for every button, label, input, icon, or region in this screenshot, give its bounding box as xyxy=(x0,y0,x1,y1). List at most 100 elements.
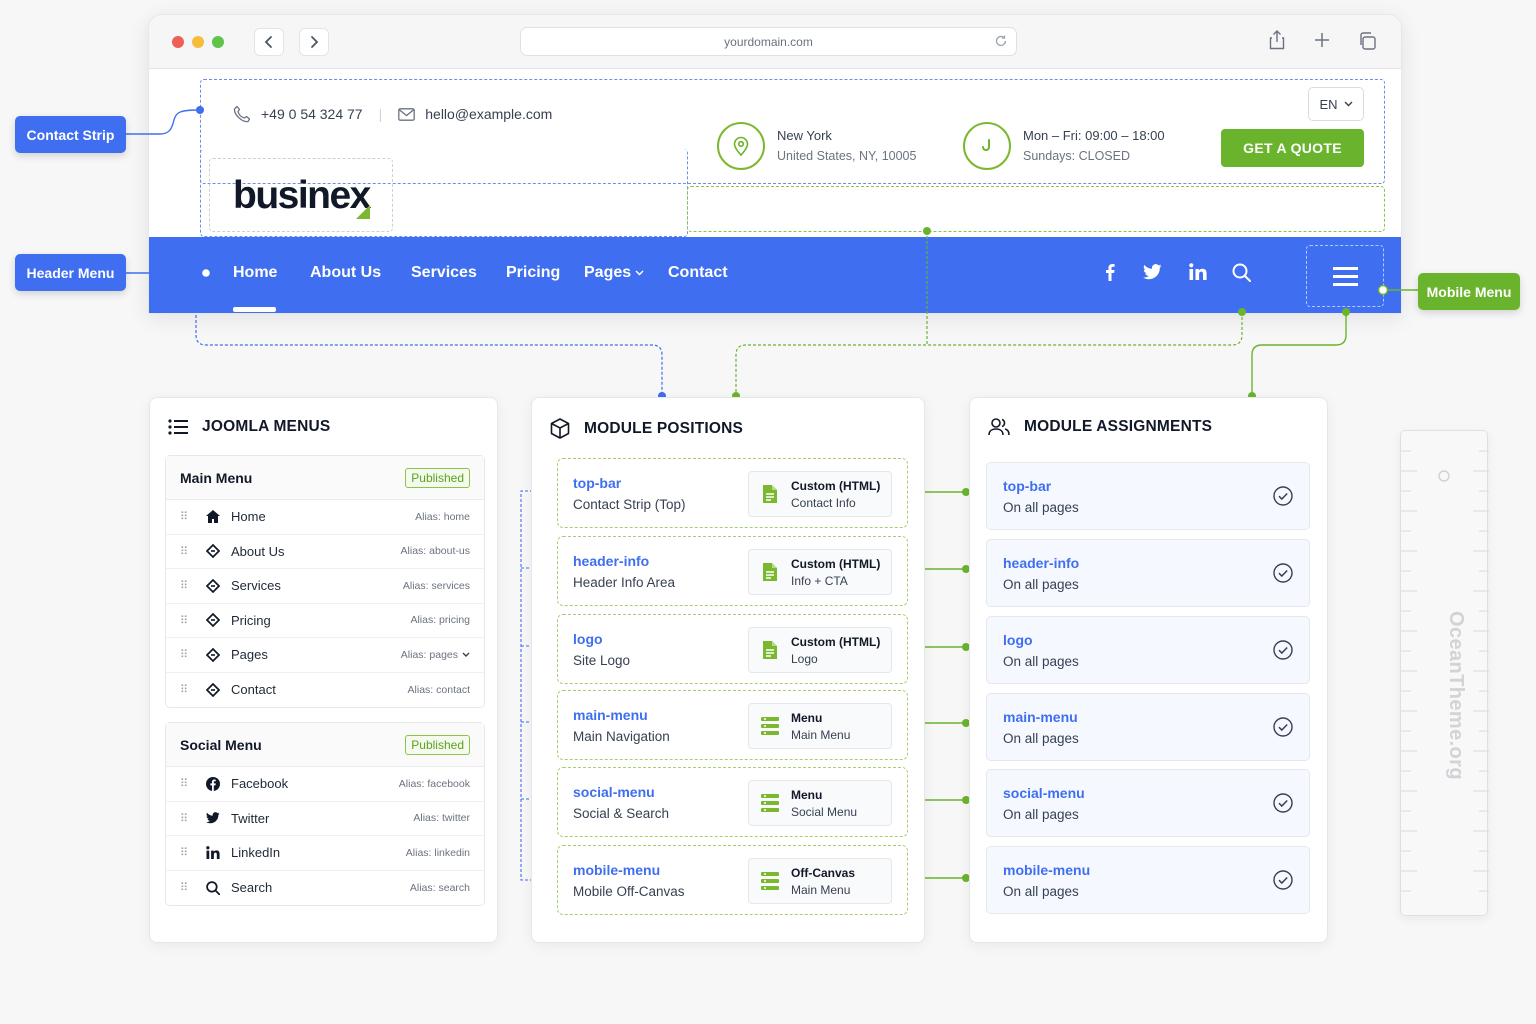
menu-list-icon xyxy=(749,717,791,735)
drag-handle-icon[interactable]: ⠿ xyxy=(180,777,189,790)
status-badge: Published xyxy=(405,734,470,755)
chevron-down-icon[interactable] xyxy=(462,652,470,658)
mobile-menu-label: Mobile Menu xyxy=(1418,273,1520,310)
position-name: logo xyxy=(573,631,603,647)
header-menu-label: Header Menu xyxy=(15,254,126,291)
menu-item-label: Contact xyxy=(231,682,276,698)
menu-item-facebook[interactable]: ⠿ Facebook Alias: facebook xyxy=(166,767,484,802)
menu-item-contact[interactable]: ⠿ Contact Alias: contact xyxy=(166,673,484,708)
position-description: Social & Search xyxy=(573,806,670,821)
module-chip[interactable]: Menu Social Menu xyxy=(748,780,892,826)
drag-handle-icon[interactable]: ⠿ xyxy=(180,545,189,558)
menu-item-home[interactable]: ⠿ Home Alias: home xyxy=(166,500,484,535)
module-name: Main Menu xyxy=(791,882,851,897)
assignment-scope: On all pages xyxy=(1003,807,1079,822)
drag-handle-icon[interactable]: ⠿ xyxy=(180,683,189,696)
drag-handle-icon[interactable]: ⠿ xyxy=(180,846,189,859)
menu-item-pricing[interactable]: ⠿ Pricing Alias: pricing xyxy=(166,604,484,638)
menu-item-pages[interactable]: ⠿ Pages Alias: pages xyxy=(166,638,484,673)
assignment-name: main-menu xyxy=(1003,709,1078,725)
menu-item-alias: Alias: facebook xyxy=(398,777,470,790)
module-type: Menu xyxy=(791,710,823,725)
menu-item-about-us[interactable]: ⠿ About Us Alias: about-us xyxy=(166,535,484,569)
position-card-header-info[interactable]: header-info Header Info Area Custom (HTM… xyxy=(557,536,908,606)
menu-item-services[interactable]: ⠿ Services Alias: services xyxy=(166,569,484,604)
cube-icon xyxy=(550,418,570,439)
module-chip[interactable]: Off-Canvas Main Menu xyxy=(748,858,892,904)
position-description: Header Info Area xyxy=(573,575,676,590)
menu-item-alias: Alias: home xyxy=(415,510,470,523)
position-card-main-menu[interactable]: main-menu Main Navigation Menu Main Menu xyxy=(557,690,908,760)
module-type: Menu xyxy=(791,787,823,802)
social-menu-header[interactable]: Social Menu Published xyxy=(166,723,484,767)
module-type: Custom (HTML) xyxy=(791,478,881,493)
module-name: Info + CTA xyxy=(791,573,848,588)
twitter-icon xyxy=(205,810,221,826)
position-card-top-bar[interactable]: top-bar Contact Strip (Top) Custom (HTML… xyxy=(557,458,908,528)
menu-item-search[interactable]: ⠿ Search Alias: search xyxy=(166,871,484,906)
assignment-card-mobile-menu[interactable]: mobile-menu On all pages xyxy=(986,846,1310,914)
position-card-logo[interactable]: logo Site Logo Custom (HTML) Logo xyxy=(557,614,908,684)
menu-item-alias: Alias: pricing xyxy=(410,614,470,627)
check-circle-icon xyxy=(1273,486,1293,506)
position-name: main-menu xyxy=(573,707,648,723)
assignment-name: header-info xyxy=(1003,555,1080,571)
contact-strip-label: Contact Strip xyxy=(15,116,126,153)
menu-item-twitter[interactable]: ⠿ Twitter Alias: twitter xyxy=(166,802,484,836)
diamond-arrow-icon xyxy=(205,647,221,663)
drag-handle-icon[interactable]: ⠿ xyxy=(180,510,189,523)
module-type: Custom (HTML) xyxy=(791,634,881,649)
drag-handle-icon[interactable]: ⠿ xyxy=(180,579,189,592)
module-chip[interactable]: Custom (HTML) Info + CTA xyxy=(748,549,892,595)
menu-item-alias: Alias: linkedin xyxy=(405,846,470,859)
assignment-card-logo[interactable]: logo On all pages xyxy=(986,616,1310,684)
drag-handle-icon[interactable]: ⠿ xyxy=(180,648,189,661)
users-icon xyxy=(988,418,1010,436)
position-card-social-menu[interactable]: social-menu Social & Search Menu Social M… xyxy=(557,767,908,837)
assignment-scope: On all pages xyxy=(1003,884,1079,899)
assignment-card-top-bar[interactable]: top-bar On all pages xyxy=(986,462,1310,530)
position-description: Main Navigation xyxy=(573,729,670,744)
position-description: Mobile Off-Canvas xyxy=(573,884,685,899)
document-icon xyxy=(749,562,791,582)
joomla-menus-header: JOOMLA MENUS xyxy=(168,418,330,436)
drag-handle-icon[interactable]: ⠿ xyxy=(180,881,189,894)
module-chip[interactable]: Custom (HTML) Contact Info xyxy=(748,471,892,517)
menu-item-alias: Alias: twitter xyxy=(413,812,470,825)
status-badge: Published xyxy=(405,467,470,488)
linkedin-icon xyxy=(205,845,221,861)
assignment-scope: On all pages xyxy=(1003,577,1079,592)
module-type: Custom (HTML) xyxy=(791,556,881,571)
drag-handle-icon[interactable]: ⠿ xyxy=(180,614,189,627)
menu-item-label: Home xyxy=(231,509,266,525)
position-card-mobile-menu[interactable]: mobile-menu Mobile Off-Canvas Off-Canvas… xyxy=(557,845,908,915)
position-name: social-menu xyxy=(573,784,655,800)
assignment-card-social-menu[interactable]: social-menu On all pages xyxy=(986,769,1310,837)
module-assignments-header: MODULE ASSIGNMENTS xyxy=(988,418,1212,436)
watermark-text: OceanTheme.org xyxy=(1445,611,1467,780)
module-chip[interactable]: Custom (HTML) Logo xyxy=(748,627,892,673)
menu-item-linkedin[interactable]: ⠿ LinkedIn Alias: linkedin xyxy=(166,836,484,871)
main-menu-title: Main Menu xyxy=(180,469,253,486)
facebook-icon xyxy=(205,776,221,792)
module-name: Logo xyxy=(791,651,818,666)
check-circle-icon xyxy=(1273,640,1293,660)
menu-list-icon xyxy=(749,794,791,812)
menu-item-label: LinkedIn xyxy=(231,845,281,861)
menu-item-label: About Us xyxy=(231,543,285,559)
check-circle-icon xyxy=(1273,793,1293,813)
diamond-arrow-icon xyxy=(205,682,221,698)
assignment-name: top-bar xyxy=(1003,478,1052,494)
drag-handle-icon[interactable]: ⠿ xyxy=(180,812,189,825)
main-menu-card: Main Menu Published ⠿ Home Alias: home ⠿… xyxy=(165,455,485,708)
assignment-card-main-menu[interactable]: main-menu On all pages xyxy=(986,693,1310,761)
module-positions-panel: MODULE POSITIONS top-bar Contact Strip (… xyxy=(531,397,925,943)
module-assignments-title: MODULE ASSIGNMENTS xyxy=(1024,418,1213,435)
assignment-scope: On all pages xyxy=(1003,500,1079,515)
module-chip[interactable]: Menu Main Menu xyxy=(748,703,892,749)
assignment-card-header-info[interactable]: header-info On all pages xyxy=(986,539,1310,607)
main-menu-header[interactable]: Main Menu Published xyxy=(166,456,484,500)
search-icon xyxy=(205,880,221,896)
document-icon xyxy=(749,484,791,504)
social-menu-title: Social Menu xyxy=(180,736,262,753)
